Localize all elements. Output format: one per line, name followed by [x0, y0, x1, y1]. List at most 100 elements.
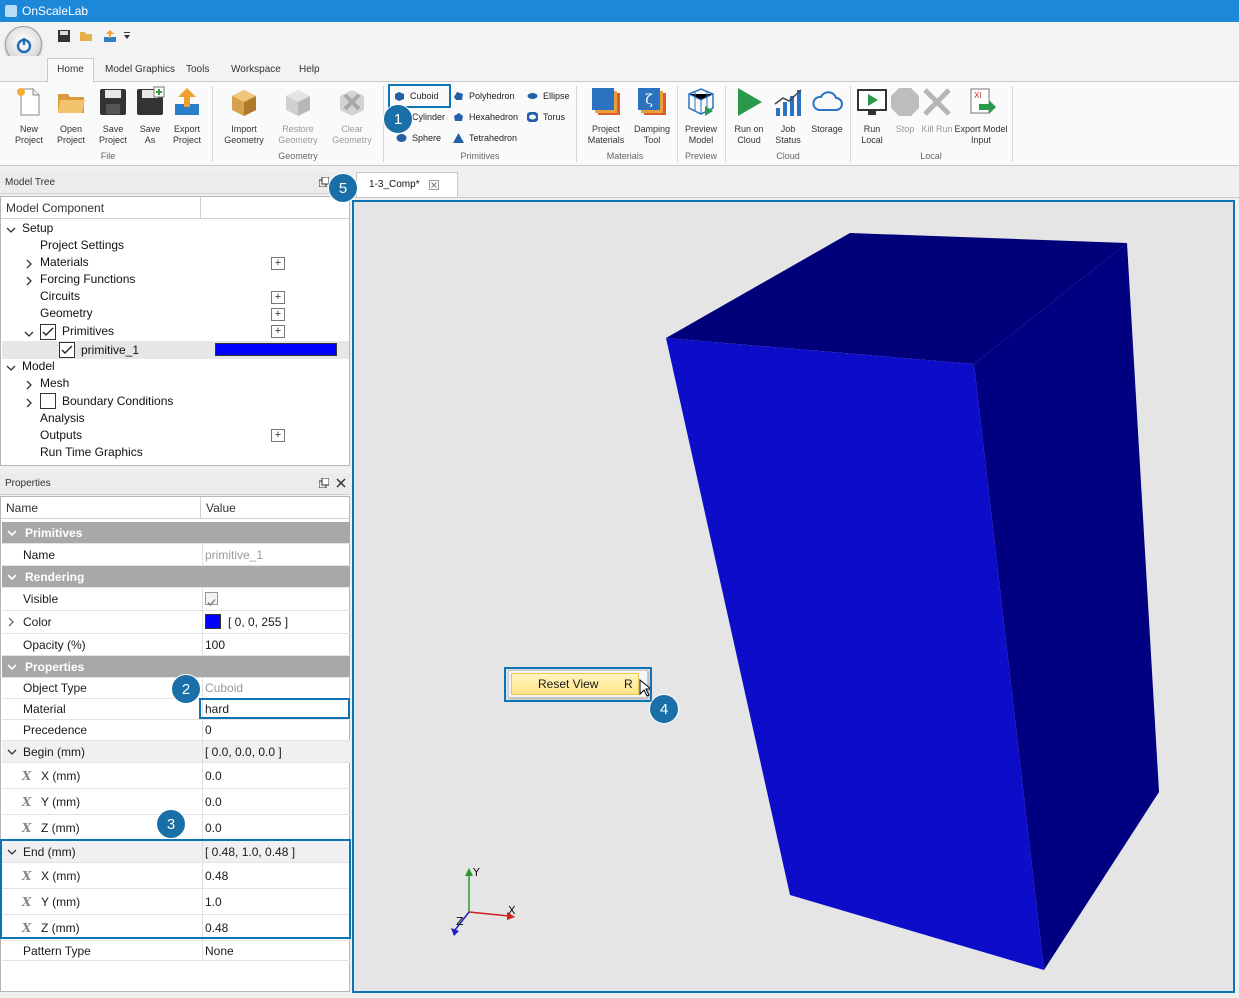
tree-item-run-time-graphics[interactable]: Run Time Graphics — [40, 444, 143, 461]
property-row-material: Material hard — [2, 699, 350, 720]
category-primitives[interactable]: Primitives — [2, 522, 350, 544]
add-primitive-button[interactable]: + — [271, 325, 285, 338]
chevron-down-icon[interactable] — [5, 224, 17, 236]
quick-access-dropdown-icon[interactable] — [123, 32, 131, 40]
material-value[interactable]: hard — [205, 699, 229, 720]
chevron-down-icon[interactable] — [6, 746, 18, 758]
chevron-down-icon[interactable] — [5, 362, 17, 374]
torus-button[interactable]: Torus — [525, 110, 565, 124]
damping-tool-button[interactable]: ζ Damping Tool — [630, 86, 674, 146]
tree-item-circuits[interactable]: Circuits — [40, 288, 80, 305]
export-project-button[interactable]: Export Project — [166, 86, 208, 146]
save-project-button[interactable]: Save Project — [92, 86, 134, 146]
ellipse-button[interactable]: Ellipse — [525, 89, 570, 103]
axis-x-icon: X — [22, 869, 32, 883]
restore-geometry-button[interactable]: Restore Geometry — [274, 86, 322, 146]
stop-button[interactable]: Stop — [889, 86, 921, 135]
kill-run-button[interactable]: Kill Run — [919, 86, 955, 135]
tree-item-project-settings[interactable]: Project Settings — [40, 237, 124, 254]
tree-item-setup[interactable]: Setup — [22, 220, 53, 237]
category-rendering[interactable]: Rendering — [2, 566, 350, 588]
tetrahedron-button[interactable]: Tetrahedron — [451, 131, 517, 145]
tree-item-forcing-functions[interactable]: Forcing Functions — [40, 271, 135, 288]
run-local-icon — [857, 89, 887, 115]
axis-x-icon: X — [22, 795, 32, 809]
end-y-value[interactable]: 1.0 — [205, 889, 222, 915]
chevron-right-icon[interactable] — [6, 617, 16, 627]
begin-x-value[interactable]: 0.0 — [205, 763, 222, 789]
primitive-color-swatch[interactable] — [215, 343, 337, 356]
float-panel-icon[interactable] — [319, 478, 329, 488]
quick-save-icon[interactable] — [57, 29, 71, 43]
new-project-button[interactable]: New Project — [8, 86, 50, 146]
add-circuit-button[interactable]: + — [271, 291, 285, 304]
quick-export-icon[interactable] — [103, 29, 117, 43]
primitives-checkbox[interactable] — [40, 324, 56, 340]
polyhedron-button[interactable]: Polyhedron — [451, 89, 515, 103]
document-tab[interactable]: 1-3_Comp* — [356, 172, 458, 198]
tree-item-outputs[interactable]: Outputs — [40, 427, 82, 444]
color-swatch[interactable] — [205, 614, 221, 629]
chevron-right-icon[interactable] — [23, 397, 35, 409]
tab-help[interactable]: Help — [289, 60, 330, 82]
context-menu: Reset View R — [508, 670, 651, 698]
add-output-button[interactable]: + — [271, 429, 285, 442]
chevron-right-icon[interactable] — [23, 275, 35, 287]
tree-item-model[interactable]: Model — [22, 358, 55, 375]
tree-item-primitives[interactable]: Primitives — [62, 323, 114, 340]
mouse-cursor-icon — [639, 679, 651, 697]
begin-z-value[interactable]: 0.0 — [205, 815, 222, 841]
chevron-down-icon[interactable] — [6, 527, 18, 539]
chevron-down-icon[interactable] — [6, 571, 18, 583]
cuboid-button[interactable]: Cuboid — [392, 89, 439, 103]
add-material-button[interactable]: + — [271, 257, 285, 270]
job-status-button[interactable]: Job Status — [769, 86, 807, 146]
close-tab-icon[interactable] — [429, 180, 439, 190]
precedence-value[interactable]: 0 — [205, 720, 212, 741]
tree-item-primitive-1[interactable]: primitive_1 — [81, 342, 139, 359]
end-x-value[interactable]: 0.48 — [205, 863, 228, 889]
tree-item-materials[interactable]: Materials — [40, 254, 89, 271]
category-properties[interactable]: Properties — [2, 656, 350, 678]
run-on-cloud-button[interactable]: Run on Cloud — [729, 86, 769, 146]
primitive-1-checkbox[interactable] — [59, 342, 75, 358]
reset-view-menu-item[interactable]: Reset View R — [511, 673, 639, 695]
export-model-input-button[interactable]: XI Export Model Input — [953, 86, 1009, 146]
boundary-conditions-checkbox[interactable] — [40, 393, 56, 409]
close-icon[interactable] — [336, 478, 346, 488]
project-materials-button[interactable]: Project Materials — [583, 86, 629, 146]
reset-view-shortcut: R — [624, 677, 633, 691]
open-project-button[interactable]: Open Project — [50, 86, 92, 146]
run-local-button[interactable]: Run Local — [853, 86, 891, 146]
chevron-down-icon[interactable] — [6, 846, 18, 858]
begin-y-value[interactable]: 0.0 — [205, 789, 222, 815]
chevron-right-icon[interactable] — [23, 379, 35, 391]
chevron-down-icon[interactable] — [23, 328, 35, 340]
hexahedron-button[interactable]: Hexahedron — [451, 110, 518, 124]
tab-tools[interactable]: Tools — [176, 60, 219, 82]
save-icon — [100, 89, 126, 115]
tree-item-mesh[interactable]: Mesh — [40, 375, 69, 392]
tab-home[interactable]: Home — [47, 58, 94, 83]
chevron-down-icon[interactable] — [6, 661, 18, 673]
tree-item-geometry[interactable]: Geometry — [40, 305, 93, 322]
axis-triad: Y X Z — [451, 866, 516, 936]
svg-text:ζ: ζ — [645, 92, 653, 108]
add-geometry-button[interactable]: + — [271, 308, 285, 321]
opacity-value[interactable]: 100 — [205, 634, 225, 656]
storage-button[interactable]: Storage — [807, 86, 847, 135]
preview-model-button[interactable]: Preview Model — [680, 86, 722, 146]
tab-workspace[interactable]: Workspace — [221, 60, 291, 82]
chevron-right-icon[interactable] — [23, 258, 35, 270]
pattern-type-value[interactable]: None — [205, 941, 234, 961]
import-geometry-button[interactable]: Import Geometry — [220, 86, 268, 146]
document-tab-strip — [352, 197, 1239, 198]
tree-item-analysis[interactable]: Analysis — [40, 410, 85, 427]
tab-model-graphics[interactable]: Model Graphics — [95, 60, 185, 82]
clear-geometry-button[interactable]: Clear Geometry — [328, 86, 376, 146]
visible-checkbox[interactable] — [205, 592, 218, 606]
save-as-button[interactable]: Save As — [134, 86, 166, 146]
tree-item-boundary-conditions[interactable]: Boundary Conditions — [62, 393, 173, 410]
end-z-value[interactable]: 0.48 — [205, 915, 228, 941]
quick-open-icon[interactable] — [79, 29, 93, 43]
